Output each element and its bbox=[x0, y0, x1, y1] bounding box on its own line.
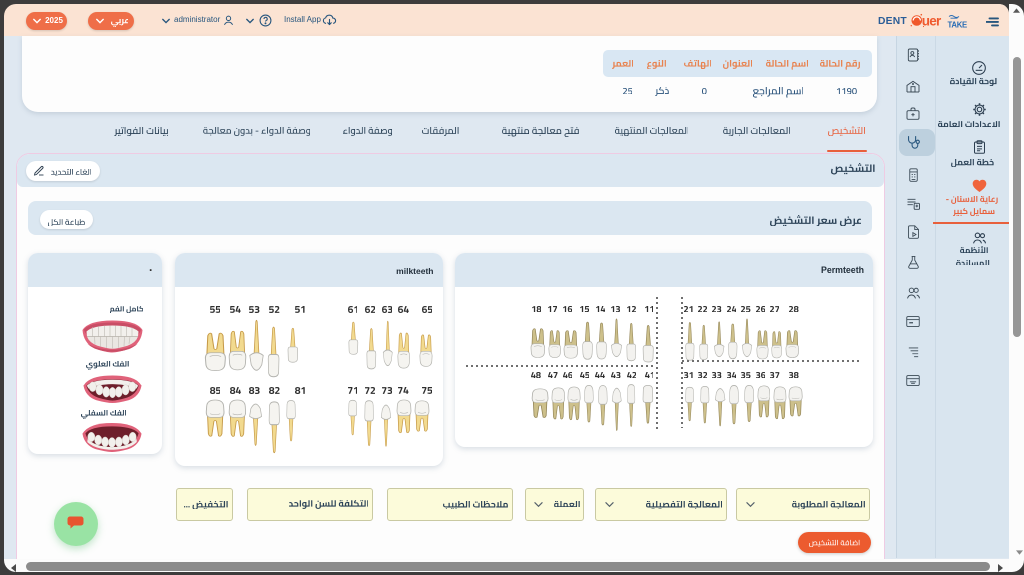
svg-text:TAKE: TAKE bbox=[948, 20, 968, 29]
svg-text:uer: uer bbox=[922, 14, 942, 29]
